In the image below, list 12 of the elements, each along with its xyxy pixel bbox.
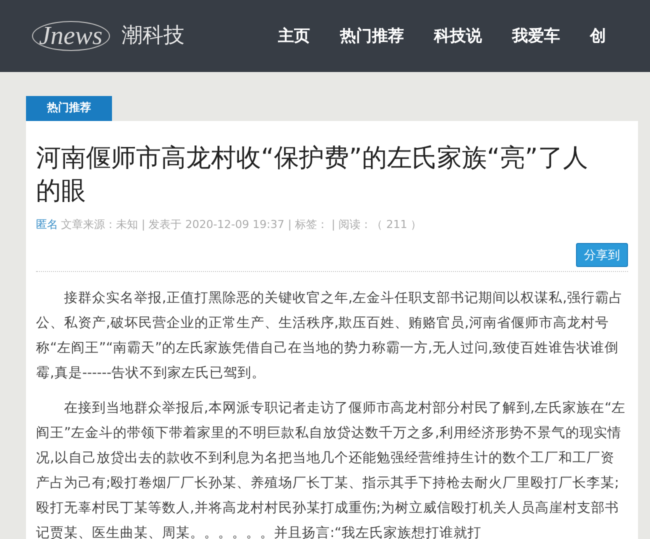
site-name: 潮科技 xyxy=(122,22,185,50)
article-paragraph: 接群众实名举报,正值打黑除恶的关键收官之年,左金斗任职支部书记期间以权谋私,强行霸占公、私资产,破坏民营企业的正常生产、生活秩序,欺压百姓、贿赂官员,河南省偃师市高龙村号称“左阎王”“南霸天”的左氏家族凭借自己在当地的势力称霸一方,无人过问,致使百姓谁告状谁倒霉,真是------告状不到家左氏已驾到。 xyxy=(36,289,624,383)
logo[interactable]: Jnews xyxy=(32,21,110,51)
nav-link[interactable]: 我爱车 xyxy=(512,24,560,48)
nav-link[interactable]: 热门推荐 xyxy=(340,24,404,48)
nav-link[interactable]: 创 xyxy=(590,24,606,48)
category-tag[interactable]: 热门推荐 xyxy=(26,96,112,120)
article-title: 河南偃师市高龙村收“保护费”的左氏家族“亮”了人的眼 xyxy=(36,142,589,206)
nav-link[interactable]: 主页 xyxy=(278,24,310,48)
article-meta: 文章来源：未知 | 发表于 2020-12-09 19:37 | 标签： | 阅读：（ 211 ） xyxy=(61,216,422,233)
nav-link[interactable]: 科技说 xyxy=(434,24,482,48)
author-link[interactable]: 匿名 xyxy=(36,216,58,233)
